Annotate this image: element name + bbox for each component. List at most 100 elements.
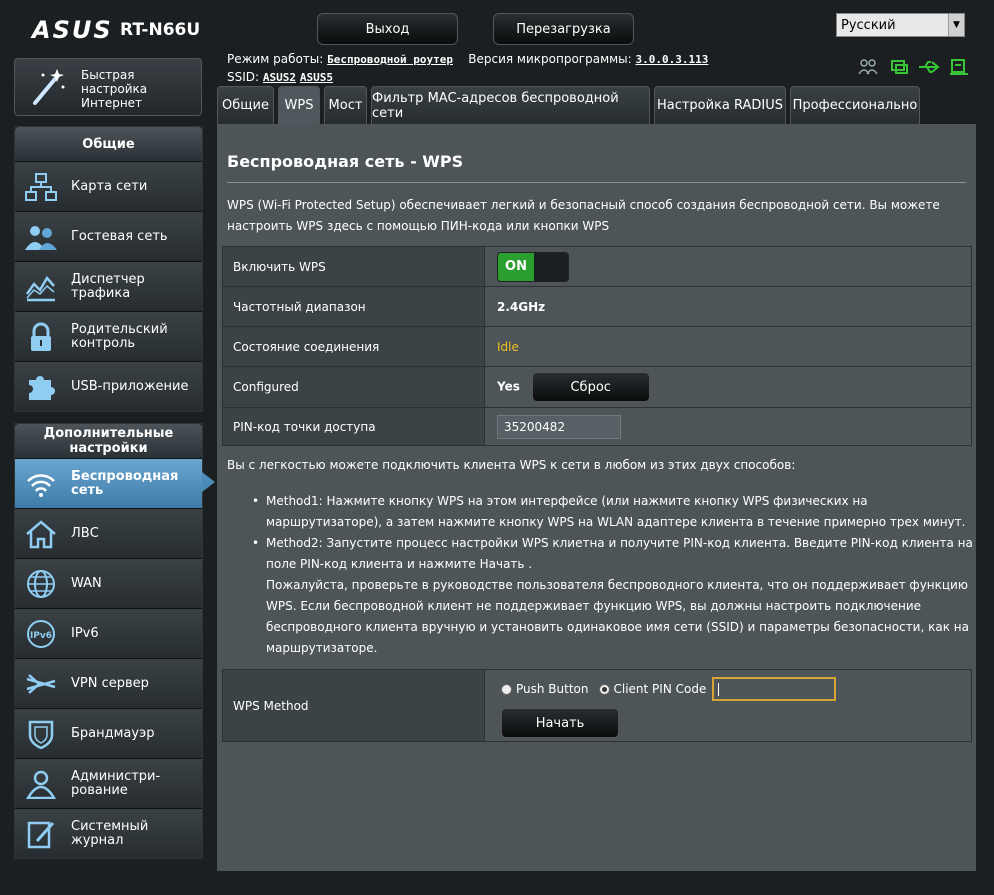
wifi-icon (25, 469, 57, 499)
magic-wand-icon (31, 67, 67, 115)
sidebar-general-title: Общие (15, 127, 202, 161)
reset-button[interactable]: Сброс (531, 372, 650, 402)
sidebar-item-administration[interactable]: Администри-рование (15, 758, 202, 808)
network-status-icon[interactable] (888, 58, 910, 78)
sidebar-item-traffic-manager[interactable]: Диспетчер трафика (15, 261, 202, 311)
table-row: Состояние соединения Idle (222, 326, 972, 367)
sidebar-item-label: VPN сервер (71, 676, 149, 691)
lock-icon (25, 322, 57, 352)
clients-icon[interactable] (857, 58, 879, 78)
table-row: WPS Method Push Button Client PIN Code Н… (222, 669, 972, 742)
client-pin-radio[interactable] (598, 683, 610, 695)
client-pin-input[interactable] (712, 677, 837, 701)
configured-label: Configured (222, 366, 485, 408)
usb-icon[interactable] (918, 58, 940, 78)
band-label: Частотный диапазон (222, 286, 485, 327)
ap-pin-value: 35200482 (497, 414, 621, 439)
sidebar-item-label: Администри-рование (71, 769, 161, 798)
traffic-manager-icon (25, 272, 57, 302)
tab-professional[interactable]: Профессионально (790, 86, 920, 124)
configured-value: Yes (497, 379, 520, 394)
tab-bridge[interactable]: Мост (324, 86, 367, 124)
sidebar-advanced-title: Дополнительные настройки (15, 424, 202, 458)
router-model: RT-N66U (120, 20, 201, 40)
sidebar-item-ipv6[interactable]: IPv6 IPv6 (15, 608, 202, 658)
sidebar-item-label: Родительский контроль (71, 322, 168, 351)
logout-button[interactable]: Выход (317, 13, 458, 45)
push-button-label[interactable]: Push Button (516, 682, 589, 696)
wps-method-options: Push Button Client PIN Code (501, 676, 970, 702)
method2-text: Method2: Запустите процесс настройки WPS… (266, 536, 973, 571)
wps-method-table: WPS Method Push Button Client PIN Code Н… (222, 669, 972, 742)
sidebar-item-label: Гостевая сеть (71, 229, 168, 244)
sidebar-item-label: IPv6 (71, 626, 99, 641)
sidebar-item-lan[interactable]: ЛВС (15, 508, 202, 558)
active-item-pointer (202, 472, 215, 492)
sidebar-item-label: Беспроводная сеть (71, 469, 179, 498)
start-row: Начать (501, 708, 970, 738)
page-title: Беспроводная сеть - WPS (227, 152, 464, 171)
puzzle-icon (25, 372, 57, 402)
home-icon (25, 519, 57, 549)
tab-radius[interactable]: Настройка RADIUS (654, 86, 786, 124)
methods-intro: Вы с легкостью можете подключить клиента… (227, 458, 796, 472)
wps-method-cell: Push Button Client PIN Code Начать (484, 669, 972, 742)
sidebar-item-system-log[interactable]: Системный журнал (15, 808, 202, 858)
sidebar-item-label: WAN (71, 576, 102, 591)
log-icon (25, 819, 57, 849)
admin-icon (25, 769, 57, 800)
chevron-down-icon[interactable]: ▼ (948, 14, 964, 36)
svg-text:IPv6: IPv6 (30, 631, 52, 641)
printer-icon[interactable] (948, 58, 970, 78)
reboot-button[interactable]: Перезагрузка (493, 13, 634, 45)
ssid-link-2[interactable]: ASUS5 (300, 71, 333, 84)
sidebar-item-wireless[interactable]: Беспроводная сеть (15, 458, 202, 508)
vpn-icon (25, 669, 57, 699)
sidebar-item-label: USB-приложение (71, 379, 189, 394)
sidebar-general-group: Общие Карта сети Гостевая сеть Диспетчер… (14, 126, 203, 412)
shield-icon (25, 719, 57, 750)
wps-settings-table: Включить WPS ON Частотный диапазон 2.4GH… (222, 246, 972, 446)
firmware-link[interactable]: 3.0.0.3.113 (636, 53, 709, 66)
push-button-radio[interactable] (501, 683, 512, 695)
sidebar-item-wan[interactable]: WAN (15, 558, 202, 608)
tab-general[interactable]: Общие (217, 86, 274, 124)
sidebar-item-guest-network[interactable]: Гостевая сеть (15, 211, 202, 261)
sidebar-item-firewall[interactable]: Брандмауэр (15, 708, 202, 758)
ap-pin-cell: 35200482 (484, 407, 972, 446)
language-select[interactable]: Русский ▼ (836, 13, 965, 37)
enable-wps-label: Включить WPS (222, 246, 485, 287)
start-button[interactable]: Начать (501, 708, 619, 738)
tab-wps[interactable]: WPS (278, 86, 320, 124)
table-row: Частотный диапазон 2.4GHz (222, 286, 972, 327)
sidebar-item-network-map[interactable]: Карта сети (15, 161, 202, 211)
table-row: Включить WPS ON (222, 246, 972, 287)
network-map-icon (25, 172, 57, 202)
mode-label: Режим работы: (227, 52, 324, 66)
table-row: Configured Yes Сброс (222, 366, 972, 408)
sidebar-advanced-group: Дополнительные настройки Беспроводная се… (14, 423, 203, 859)
method2-note: Пожалуйста, проверьте в руководстве поль… (266, 578, 969, 655)
quick-internet-setup-button[interactable]: Быстрая настройка Интернет (14, 58, 202, 116)
ssid-link-1[interactable]: ASUS2 (263, 71, 296, 84)
ssid-label: SSID: (227, 70, 260, 84)
sidebar-item-usb-application[interactable]: USB-приложение (15, 361, 202, 411)
client-pin-label[interactable]: Client PIN Code (614, 682, 707, 696)
ap-pin-label: PIN-код точки доступа (222, 407, 485, 446)
sidebar-item-label: Брандмауэр (71, 726, 155, 741)
toggle-on-label: ON (498, 252, 534, 281)
mode-link[interactable]: Беспроводной роутер (327, 53, 453, 66)
enable-wps-toggle[interactable]: ON (497, 251, 569, 282)
ipv6-icon: IPv6 (25, 619, 57, 649)
sidebar-item-parental-control[interactable]: Родительский контроль (15, 311, 202, 361)
method1-text: Method1: Нажмите кнопку WPS на этом инте… (266, 494, 966, 529)
title-divider (227, 182, 966, 183)
connection-state-cell: Idle (484, 326, 972, 367)
connection-state-value: Idle (497, 339, 519, 354)
tab-mac-filter[interactable]: Фильтр MAC-адресов беспроводной сети (371, 86, 650, 124)
methods-list: Method1: Нажмите кнопку WPS на этом инте… (248, 491, 976, 659)
wps-description: WPS (Wi-Fi Protected Setup) обеспечивает… (227, 198, 940, 233)
sidebar-item-label: Системный журнал (71, 819, 149, 848)
sidebar-item-label: Диспетчер трафика (71, 272, 145, 301)
sidebar-item-vpn-server[interactable]: VPN сервер (15, 658, 202, 708)
